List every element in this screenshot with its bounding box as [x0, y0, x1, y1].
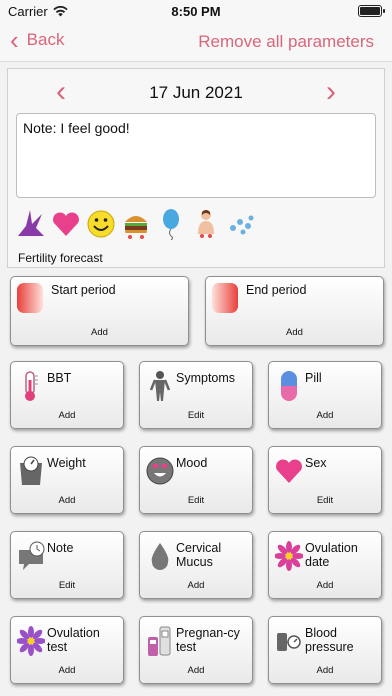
battery-icon	[358, 5, 385, 17]
period-end-icon	[212, 283, 240, 315]
blood-pressure-label: Blood pressure	[305, 626, 354, 654]
cervical-mucus-tile[interactable]: Cervical Mucus Add	[139, 531, 253, 599]
status-bar: Carrier 8:50 PM	[0, 0, 392, 22]
blood-pressure-action: Add	[316, 665, 334, 676]
back-label: Back	[26, 30, 65, 49]
cervical-mucus-action: Add	[187, 580, 205, 591]
note-label: Note	[47, 541, 74, 555]
speech-clock-icon	[17, 540, 45, 572]
ovulation-date-tile[interactable]: Ovulation date Add	[268, 531, 382, 599]
end-period-action: Add	[286, 327, 303, 338]
drops-icon[interactable]	[226, 208, 256, 240]
mood-tile[interactable]: Mood Edit	[139, 446, 253, 514]
symptoms-label: Symptoms	[176, 371, 236, 385]
note-textarea[interactable]: Note: I feel good!	[16, 113, 376, 198]
date-row: ‹ 17 Jun 2021 ›	[8, 77, 384, 107]
weight-label: Weight	[47, 456, 86, 470]
start-period-action: Add	[91, 327, 108, 338]
end-period-label: End period	[246, 283, 307, 297]
next-day-button[interactable]: ›	[326, 77, 336, 107]
balloon-icon[interactable]	[156, 208, 186, 241]
chevron-left-icon: ‹	[10, 25, 19, 55]
mood-action: Edit	[187, 495, 205, 506]
sex-action: Edit	[316, 495, 334, 506]
period-start-icon	[17, 283, 45, 315]
status-time: 8:50 PM	[171, 4, 221, 19]
bbt-label: BBT	[47, 371, 72, 385]
heart-icon[interactable]	[51, 208, 81, 240]
blood-pressure-tile[interactable]: Blood pressure Add	[268, 616, 382, 684]
remove-all-parameters-button[interactable]: Remove all parameters	[198, 32, 374, 52]
mood-label: Mood	[176, 456, 208, 470]
day-icons-row	[16, 205, 256, 243]
pill-icon	[275, 370, 303, 402]
flower-icon	[16, 625, 46, 657]
pregnancy-test-action: Add	[187, 665, 205, 676]
pregnancy-test-label: Pregnan-cy test	[176, 626, 240, 654]
note-action: Edit	[58, 580, 76, 591]
nav-bar: ‹ Back Remove all parameters	[0, 22, 392, 62]
sex-tile[interactable]: Sex Edit	[268, 446, 382, 514]
symptoms-action: Edit	[187, 410, 205, 421]
cervical-mucus-label: Cervical Mucus	[176, 541, 222, 569]
ovulation-test-action: Add	[58, 665, 76, 676]
burger-icon[interactable]	[121, 208, 151, 240]
mood-face-icon	[146, 455, 174, 487]
day-panel: ‹ 17 Jun 2021 › Note: I feel good! Ferti…	[7, 68, 385, 268]
thermometer-icon	[17, 370, 45, 402]
start-period-tile[interactable]: Start period Add	[10, 276, 189, 346]
drop-icon	[146, 540, 174, 572]
blood-pressure-icon	[275, 625, 303, 657]
end-period-tile[interactable]: End period Add	[205, 276, 384, 346]
pill-tile[interactable]: Pill Add	[268, 361, 382, 429]
note-tile[interactable]: Note Edit	[10, 531, 124, 599]
ovulation-date-action: Add	[316, 580, 334, 591]
ovulation-test-tile[interactable]: Ovulation test Add	[10, 616, 124, 684]
bbt-action: Add	[58, 410, 76, 421]
smiley-icon[interactable]	[86, 208, 116, 240]
bbt-tile[interactable]: BBT Add	[10, 361, 124, 429]
ovulation-test-label: Ovulation test	[47, 626, 100, 654]
pill-label: Pill	[305, 371, 322, 385]
body-figure-icon	[146, 370, 174, 402]
person-icon[interactable]	[191, 208, 221, 240]
pregnancy-test-icon	[146, 625, 174, 657]
weight-tile[interactable]: Weight Add	[10, 446, 124, 514]
start-period-label: Start period	[51, 283, 116, 297]
weight-icon	[17, 455, 45, 487]
fertility-forecast-label[interactable]: Fertility forecast	[18, 251, 103, 265]
sex-label: Sex	[305, 456, 327, 470]
symptoms-tile[interactable]: Symptoms Edit	[139, 361, 253, 429]
pill-action: Add	[316, 410, 334, 421]
heart-icon	[275, 455, 303, 487]
flower-icon	[274, 540, 304, 572]
weight-action: Add	[58, 495, 76, 506]
fertility-symbol-icon[interactable]	[16, 208, 46, 240]
ovulation-date-label: Ovulation date	[305, 541, 358, 569]
back-button[interactable]: ‹ Back	[10, 25, 65, 55]
pregnancy-test-tile[interactable]: Pregnan-cy test Add	[139, 616, 253, 684]
